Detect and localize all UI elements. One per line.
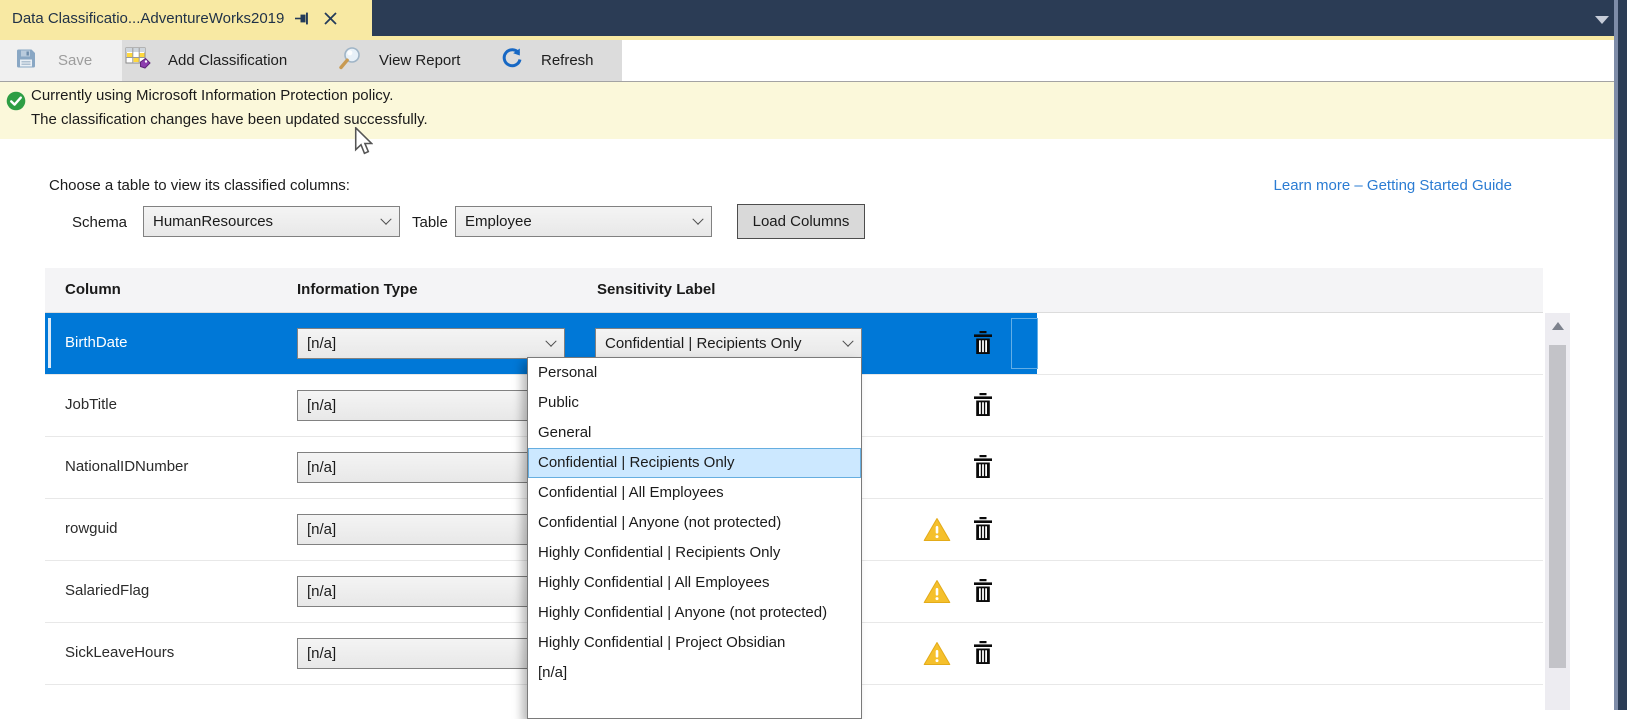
banner-line-1: Currently using Microsoft Information Pr…: [31, 87, 393, 104]
schema-value: HumanResources: [153, 213, 273, 230]
header-sensitivity-label: Sensitivity Label: [597, 281, 715, 298]
information-type-select[interactable]: [n/a]: [297, 514, 565, 545]
sensitivity-label-value: Confidential | Recipients Only: [605, 335, 802, 352]
column-name: JobTitle: [65, 396, 117, 413]
document-tab[interactable]: Data Classificatio...AdventureWorks2019: [0, 0, 372, 36]
view-report-icon: [337, 45, 364, 76]
chevron-down-icon: [692, 213, 703, 224]
scrollbar-up-arrow[interactable]: [1552, 322, 1564, 330]
schema-label: Schema: [72, 214, 127, 231]
delete-classification-button[interactable]: [973, 455, 993, 481]
information-type-value: [n/a]: [307, 335, 336, 352]
chevron-down-icon: [380, 213, 391, 224]
add-classification-button[interactable]: Add Classification: [125, 40, 287, 81]
refresh-label: Refresh: [541, 52, 594, 69]
table-value: Employee: [465, 213, 532, 230]
column-name: rowguid: [65, 520, 118, 537]
sensitivity-label-dropdown: PersonalPublicGeneralConfidential | Reci…: [527, 357, 862, 719]
dropdown-item[interactable]: Public: [528, 388, 861, 418]
information-type-select[interactable]: [n/a]: [297, 452, 565, 483]
chevron-down-icon: [842, 335, 853, 346]
add-classification-icon: [125, 46, 152, 75]
banner-line-2: The classification changes have been upd…: [31, 111, 428, 128]
dropdown-item[interactable]: Highly Confidential | Anyone (not protec…: [528, 598, 861, 628]
delete-classification-button[interactable]: [973, 579, 993, 605]
dropdown-item[interactable]: Highly Confidential | Project Obsidian: [528, 628, 861, 658]
warning-icon: [923, 579, 951, 609]
chevron-down-icon: [545, 335, 556, 346]
close-icon[interactable]: [320, 8, 340, 28]
information-type-select[interactable]: [n/a]: [297, 576, 565, 607]
refresh-icon: [500, 47, 524, 75]
column-name: BirthDate: [65, 334, 128, 351]
information-type-value: [n/a]: [307, 645, 336, 662]
tab-strip: Data Classificatio...AdventureWorks2019: [0, 0, 1627, 36]
pin-icon[interactable]: [292, 8, 312, 28]
mouse-cursor: [354, 127, 373, 160]
delete-classification-button[interactable]: [973, 331, 993, 357]
column-name: SickLeaveHours: [65, 644, 174, 661]
save-label: Save: [58, 52, 92, 69]
table-select[interactable]: Employee: [455, 206, 712, 237]
information-type-value: [n/a]: [307, 459, 336, 476]
save-button[interactable]: Save: [14, 40, 92, 81]
tab-title: Data Classificatio...AdventureWorks2019: [0, 10, 284, 27]
dropdown-item[interactable]: Personal: [528, 358, 861, 388]
warning-icon: [923, 517, 951, 547]
information-type-value: [n/a]: [307, 397, 336, 414]
view-report-button[interactable]: View Report: [337, 40, 460, 81]
header-column: Column: [65, 281, 121, 298]
dropdown-item[interactable]: General: [528, 418, 861, 448]
delete-classification-button[interactable]: [973, 393, 993, 419]
dropdown-item[interactable]: Confidential | All Employees: [528, 478, 861, 508]
schema-select[interactable]: HumanResources: [143, 206, 400, 237]
information-type-value: [n/a]: [307, 521, 336, 538]
warning-icon: [923, 641, 951, 671]
dropdown-item[interactable]: Confidential | Recipients Only: [528, 448, 861, 478]
scrollbar-thumb[interactable]: [1549, 345, 1566, 668]
success-check-icon: [6, 91, 26, 116]
dropdown-item[interactable]: Highly Confidential | All Employees: [528, 568, 861, 598]
window-edge: [1618, 0, 1627, 710]
selected-row-handle: [48, 318, 51, 368]
delete-classification-button[interactable]: [973, 517, 993, 543]
dropdown-item[interactable]: Highly Confidential | Recipients Only: [528, 538, 861, 568]
view-report-label: View Report: [379, 52, 460, 69]
delete-classification-button[interactable]: [973, 641, 993, 667]
column-name: SalariedFlag: [65, 582, 149, 599]
learn-more-link[interactable]: Learn more – Getting Started Guide: [1274, 177, 1512, 194]
add-classification-label: Add Classification: [168, 52, 287, 69]
information-type-select[interactable]: [n/a]: [297, 638, 565, 669]
information-type-select[interactable]: [n/a]: [297, 328, 565, 359]
status-banner: Currently using Microsoft Information Pr…: [0, 82, 1627, 139]
column-name: NationalIDNumber: [65, 458, 188, 475]
row-focus-rectangle: [1011, 318, 1038, 369]
choose-table-prompt: Choose a table to view its classified co…: [49, 177, 350, 194]
save-icon: [14, 47, 38, 75]
grid-header: Column Information Type Sensitivity Labe…: [45, 268, 1543, 313]
refresh-button[interactable]: Refresh: [500, 40, 594, 81]
load-columns-button[interactable]: Load Columns: [737, 204, 865, 239]
dropdown-item[interactable]: Confidential | Anyone (not protected): [528, 508, 861, 538]
sensitivity-label-select[interactable]: Confidential | Recipients Only: [595, 328, 862, 359]
dropdown-item[interactable]: [n/a]: [528, 658, 861, 688]
table-label: Table: [412, 214, 448, 231]
toolbar: Save Add Classification View Report Refr…: [0, 40, 1627, 83]
tab-list-caret-icon[interactable]: [1595, 16, 1609, 24]
information-type-value: [n/a]: [307, 583, 336, 600]
information-type-select[interactable]: [n/a]: [297, 390, 565, 421]
header-information-type: Information Type: [297, 281, 418, 298]
